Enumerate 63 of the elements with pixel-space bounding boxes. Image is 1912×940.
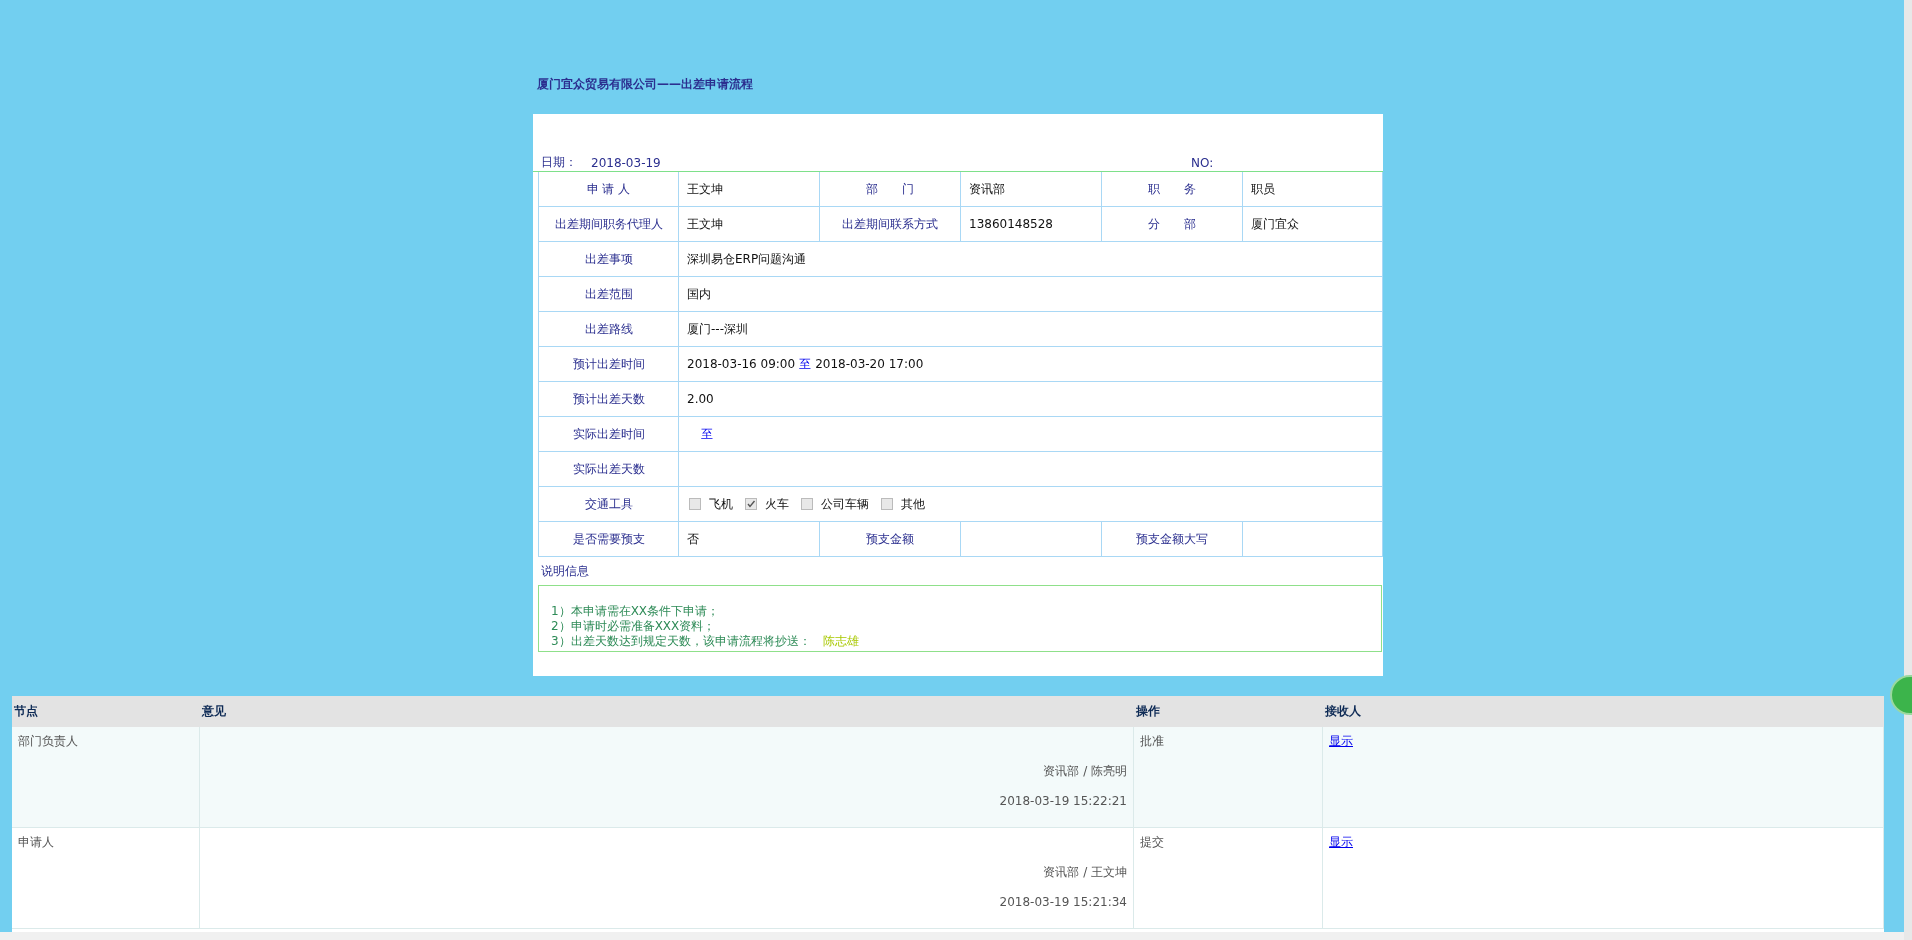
field-label: 出差期间职务代理人 [554,215,663,233]
action-cell: 批准 [1140,733,1164,750]
field-value: 职员 [1251,180,1275,198]
field-label: 部 门 [866,180,914,198]
checkbox[interactable] [801,498,813,510]
field-label: 分 部 [1148,215,1196,233]
checkbox[interactable] [689,498,701,510]
timestamp: 2018-03-19 15:21:34 [999,895,1127,909]
field-value: 深圳易仓ERP问题沟通 [687,250,807,268]
date-label: 日期： [541,154,578,171]
field-label: 出差事项 [584,250,633,268]
show-link[interactable]: 显示 [1329,834,1353,851]
cc-name: 陈志雄 [822,634,859,648]
field-label: 出差期间联系方式 [842,215,938,233]
node-cell: 申请人 [18,834,54,851]
note-line: 2）申请时必需准备XXX资料； [551,619,716,634]
column-header: 接收人 [1324,704,1361,718]
show-link[interactable]: 显示 [1329,733,1353,750]
action-cell: 提交 [1140,834,1164,851]
field-value: 厦门---深圳 [687,320,748,338]
field-value: 国内 [687,285,711,303]
field-value: 2018-03-16 09:00 [687,357,796,371]
column-header: 操作 [1135,704,1160,718]
checkbox[interactable] [745,498,757,510]
field-label: 预支金额 [866,530,914,548]
field-value: 王文坤 [687,180,723,198]
note-line: 1）本申请需在XX条件下申请； [551,604,720,619]
field-label: 实际出差时间 [572,425,645,443]
checkbox-label: 火车 [765,495,789,513]
field-value: 资讯部 [969,180,1005,198]
field-value: 厦门宜众 [1251,215,1299,233]
checkbox-label: 公司车辆 [821,495,869,513]
field-label: 是否需要预支 [572,530,645,548]
field-label: 预计出差天数 [572,390,645,408]
field-label: 出差范围 [584,285,633,303]
field-label: 交通工具 [584,495,633,513]
field-value: 13860148528 [969,217,1053,231]
timestamp: 2018-03-19 15:22:21 [999,794,1127,808]
field-label: 出差路线 [584,320,633,338]
note-line: 3）出差天数达到规定天数，该申请流程将抄送： [551,634,811,648]
node-cell: 部门负责人 [18,733,78,750]
range-separator: 至 [799,355,812,373]
field-value: 王文坤 [687,215,723,233]
signer-text: 资讯部 / 陈亮明 [1043,763,1127,780]
field-label: 预支金额大写 [1136,530,1208,548]
number-label: NO: [1191,155,1214,170]
checkbox-label: 飞机 [709,495,733,513]
field-label: 职 务 [1148,180,1196,198]
checkbox[interactable] [881,498,893,510]
notes-label: 说明信息 [541,562,589,580]
range-separator: 至 [701,425,713,443]
checkbox-label: 其他 [901,495,925,513]
signer-text: 资讯部 / 王文坤 [1043,864,1127,881]
field-label: 实际出差天数 [572,460,645,478]
column-header: 节点 [13,704,38,718]
date-value: 2018-03-19 [591,155,661,170]
field-value: 2018-03-20 17:00 [815,357,924,371]
field-label: 预计出差时间 [572,355,645,373]
column-header: 意见 [201,704,226,718]
field-value: 否 [687,530,699,548]
page-title: 厦门宜众贸易有限公司——出差申请流程 [537,76,753,93]
field-value: 2.00 [687,392,714,406]
field-label: 申 请 人 [586,180,631,198]
